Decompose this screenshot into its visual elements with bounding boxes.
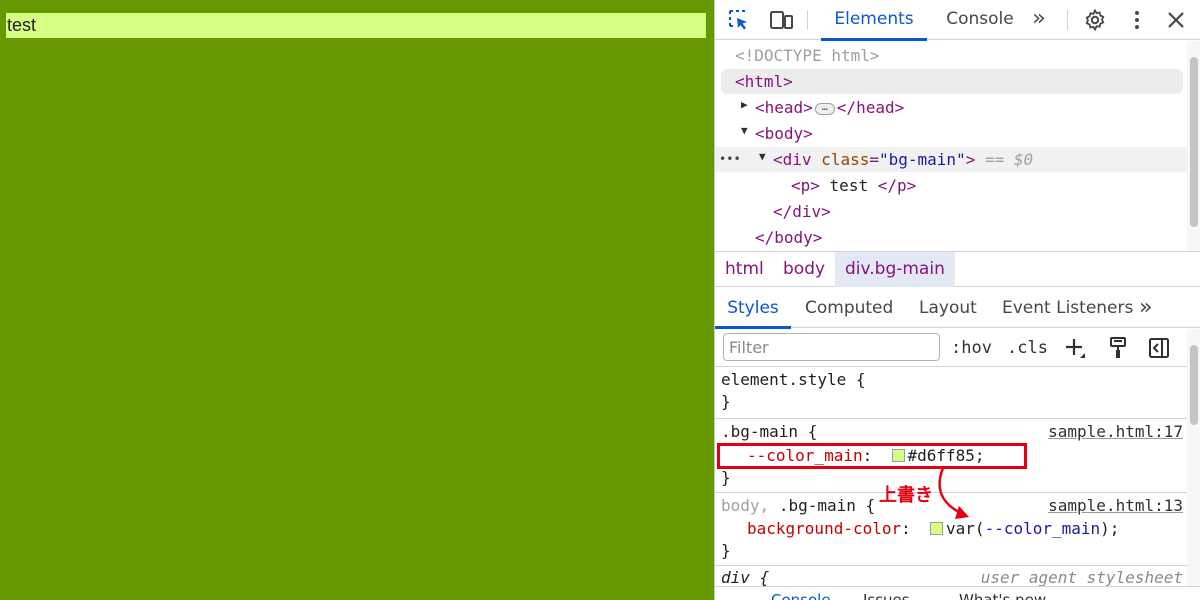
drawer-tab-issues[interactable]: Issues (863, 591, 910, 600)
more-tabs-chevron-icon[interactable]: » (1027, 0, 1051, 40)
body-node[interactable]: <body> (755, 121, 813, 146)
tab-elements[interactable]: Elements (821, 0, 927, 41)
select-element-icon[interactable] (727, 8, 751, 32)
doctype-node[interactable]: <!DOCTYPE html> (735, 43, 880, 68)
drawer-tabs: Console Issues What's new (715, 586, 1200, 600)
rule-divider (715, 418, 1187, 419)
breadcrumb-div-bg-main[interactable]: div.bg-main (835, 252, 955, 287)
tab-styles[interactable]: Styles (715, 288, 791, 329)
unmatched-selector: body, (721, 496, 770, 515)
tab-event-listeners[interactable]: Event Listeners (1002, 288, 1133, 328)
scrollbar-thumb[interactable] (1190, 57, 1198, 227)
annotation-arrow-icon (938, 467, 969, 519)
html-node[interactable]: <html> (735, 69, 793, 94)
page-preview: test (0, 0, 714, 600)
tab-layout[interactable]: Layout (919, 288, 977, 328)
attr-name: class (821, 150, 870, 169)
element-style-close: } (721, 392, 731, 411)
toolbar-divider (807, 10, 808, 30)
bg-main-close: } (721, 468, 731, 487)
drawer-tab-whats-new[interactable]: What's new (959, 591, 1046, 600)
collapse-triangle-icon[interactable]: ▼ (759, 150, 766, 163)
p-node[interactable]: <p> test </p> (791, 173, 916, 198)
attr-value: "bg-main" (879, 150, 966, 169)
preview-paragraph: test (6, 13, 706, 38)
gear-icon[interactable] (1083, 8, 1107, 32)
breadcrumb-html[interactable]: html (725, 252, 764, 287)
tab-styles-label: Styles (727, 298, 779, 318)
div-close-node[interactable]: </div> (773, 199, 831, 224)
dom-tree: <!DOCTYPE html> <html> ▶ <head>… </head> … (715, 41, 1187, 250)
head-close-tag: </head> (836, 98, 905, 117)
dom-scrollbar[interactable] (1187, 41, 1200, 250)
more-tabs-chevron-icon[interactable]: » (1139, 288, 1152, 328)
tab-console-label: Console (946, 9, 1014, 29)
breadcrumb: html body div.bg-main (715, 251, 1200, 287)
kebab-icon[interactable] (1125, 8, 1149, 32)
div-tag-name: div (782, 150, 812, 169)
expand-triangle-icon[interactable]: ▶ (741, 98, 748, 111)
devtools-toolbar: Elements Console » (715, 0, 1200, 41)
bg-main-selector[interactable]: .bg-main { (721, 420, 817, 444)
div-bg-main-node[interactable]: <div class="bg-main"> == $0 (773, 147, 1033, 172)
matched-selector: .bg-main { (778, 496, 876, 515)
tab-computed[interactable]: Computed (805, 288, 893, 328)
filter-input[interactable] (723, 333, 940, 361)
source-link-line-13[interactable]: sample.html:13 (1048, 494, 1183, 518)
collapse-triangle-icon[interactable]: ▼ (741, 124, 748, 137)
styles-scrollbar[interactable] (1187, 329, 1200, 600)
body-bg-main-close: } (721, 541, 731, 560)
source-link-line-17[interactable]: sample.html:17 (1048, 420, 1183, 444)
row-dots-icon[interactable]: ••• (719, 147, 741, 172)
element-style-selector[interactable]: element.style { (721, 368, 866, 392)
styles-filter-bar: :hov .cls (715, 329, 1187, 367)
close-icon[interactable] (1164, 8, 1188, 32)
var-suffix: ); (1100, 519, 1120, 538)
toggle-sidebar-icon[interactable] (1147, 336, 1171, 360)
body-close-node[interactable]: </body> (755, 225, 822, 250)
head-node[interactable]: <head>… </head> (755, 95, 904, 120)
scrollbar-thumb[interactable] (1190, 345, 1198, 425)
tab-console[interactable]: Console (935, 0, 1025, 40)
devtools-panel: Elements Console » <!DOCTYPE html> <html… (714, 0, 1200, 600)
styles-tabs: Styles Computed Layout Event Listeners » (715, 288, 1200, 329)
p-close-tag: </p> (877, 176, 917, 195)
breadcrumb-body[interactable]: body (783, 252, 825, 287)
tab-elements-label: Elements (834, 9, 914, 29)
hov-toggle[interactable]: :hov (951, 338, 992, 358)
paint-roller-icon[interactable] (1106, 336, 1130, 360)
ellipsis-icon[interactable]: … (814, 102, 835, 115)
property-name: background-color (747, 519, 902, 538)
var-name[interactable]: --color_main (985, 519, 1101, 538)
cls-toggle[interactable]: .cls (1007, 338, 1048, 358)
toolbar-divider (1067, 10, 1068, 30)
selected-marker: == $0 (984, 150, 1034, 169)
p-open-tag: <p> (791, 176, 820, 195)
device-toolbar-icon[interactable] (769, 8, 793, 32)
p-text: test (829, 176, 869, 195)
body-bg-main-selector[interactable]: body, .bg-main { (721, 494, 875, 518)
style-rules: element.style { } .bg-main { sample.html… (715, 368, 1187, 600)
drawer-tab-console[interactable]: Console (771, 591, 831, 600)
annotation-label: 上書き (879, 485, 933, 506)
head-open-tag: <head> (755, 98, 813, 117)
new-style-rule-icon[interactable] (1063, 336, 1087, 360)
